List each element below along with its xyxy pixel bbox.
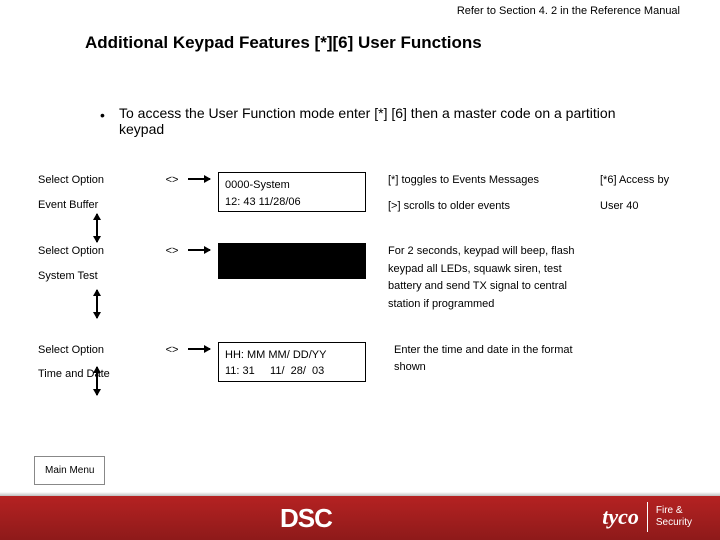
tyco-logo: tyco Fire & Security [602,502,692,532]
right-note: [*6] Access by User 40 [590,172,700,215]
vertical-connector-icon [96,367,98,395]
arrow-right-icon [188,243,218,251]
description: [*] toggles to Events Messages [>] scrol… [366,172,590,215]
display-line1: 0000-System [225,177,359,194]
option-name: Event Buffer [38,197,156,214]
description: Enter the time and date in the format sh… [366,342,590,377]
table-row: Select Option System Test <> For 2 secon… [38,243,700,313]
tyco-text: tyco [602,504,639,530]
desc-line2: [>] scrolls to older events [388,198,590,216]
display-line1: HH: MM MM/ DD/YY [225,347,359,364]
nav-arrows: <> [156,172,188,186]
select-option-label: Select Option [38,342,156,359]
vertical-connector-icon [96,290,98,318]
bullet-icon: • [100,107,105,123]
intro-text: • To access the User Function mode enter… [105,105,660,137]
options-table: Select Option Event Buffer <> 0000-Syste… [38,172,700,411]
right-line1: [*6] Access by [600,172,700,190]
keypad-display: 0000-System 12: 43 11/28/06 [218,172,366,212]
option-name: System Test [38,268,156,285]
option-label: Select Option Event Buffer [38,172,156,213]
page-title: Additional Keypad Features [*][6] User F… [85,33,482,53]
display-line2: 12: 43 11/28/06 [225,194,359,211]
arrow-right-icon [188,342,218,350]
table-row: Select Option Event Buffer <> 0000-Syste… [38,172,700,215]
tyco-tagline: Fire & Security [656,505,692,529]
desc-line1: For 2 seconds, keypad will beep, flash k… [388,243,590,313]
select-option-label: Select Option [38,172,156,189]
header-ref: Refer to Section 4. 2 in the Reference M… [457,5,680,17]
display-line2: 11: 31 11/ 28/ 03 [225,363,359,380]
main-menu-button[interactable]: Main Menu [34,456,105,485]
desc-line1: [*] toggles to Events Messages [388,172,590,190]
right-line2: User 40 [600,198,700,216]
arrow-right-icon [188,172,218,180]
divider-icon [647,502,648,532]
keypad-display [218,243,366,279]
footer-bar: DSC tyco Fire & Security [0,496,720,540]
select-option-label: Select Option [38,243,156,260]
table-row: Select Option Time and Date <> HH: MM MM… [38,342,700,383]
intro-content: To access the User Function mode enter [… [119,105,660,137]
desc-line1: Enter the time and date in the format sh… [388,342,590,377]
vertical-connector-icon [96,214,98,242]
description: For 2 seconds, keypad will beep, flash k… [366,243,590,313]
keypad-display: HH: MM MM/ DD/YY 11: 31 11/ 28/ 03 [218,342,366,382]
dsc-logo: DSC [280,503,332,534]
option-label: Select Option System Test [38,243,156,284]
nav-arrows: <> [156,342,188,356]
nav-arrows: <> [156,243,188,257]
